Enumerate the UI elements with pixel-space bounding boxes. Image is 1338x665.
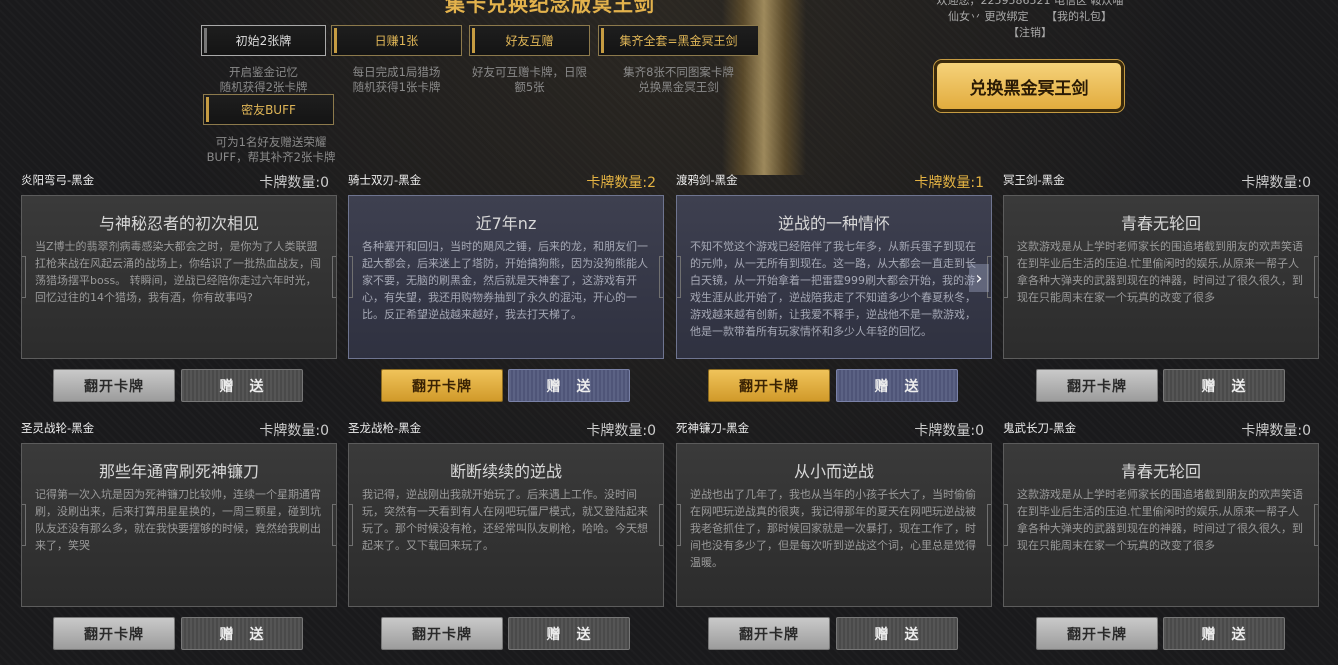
tab-friend-gift[interactable]: 好友互赠 <box>469 25 590 56</box>
count-label: 卡牌数量: <box>586 423 648 439</box>
user-info: 欢迎您，2259586521 电信区 鞍炊喵 仙女丷 更改绑定 【我的礼包】 【… <box>925 0 1135 41</box>
send-card-button[interactable]: 赠 送 <box>181 617 303 650</box>
count-label: 卡牌数量: <box>259 423 321 439</box>
card-name: 渡鸦剑-黑金 <box>676 173 738 187</box>
card-title: 那些年通宵刷死神镰刀 <box>98 462 259 481</box>
card-count: 卡牌数量:0 <box>555 420 656 440</box>
send-card-button[interactable]: 赠 送 <box>508 369 630 402</box>
card-panel: 从小而逆战 逆战也出了几年了，我也从当年的小孩子长大了，当时偷偷在网吧玩逆战真的… <box>676 443 992 607</box>
count-label: 卡牌数量: <box>914 175 976 191</box>
tab-friend-buff[interactable]: 密友BUFF <box>203 94 334 125</box>
send-card-button[interactable]: 赠 送 <box>836 617 958 650</box>
card-title: 近7年nz <box>475 214 537 233</box>
count-value: 0 <box>320 423 329 439</box>
card-title: 从小而逆战 <box>793 462 874 481</box>
flip-card-button[interactable]: 翻开卡牌 <box>381 617 503 650</box>
card-name: 死神镰刀-黑金 <box>676 421 750 435</box>
flip-card-button[interactable]: 翻开卡牌 <box>381 369 503 402</box>
card-panel: 断断续续的逆战 我记得，逆战刚出我就开始玩了。后来遇上工作。没时间玩，突然有一天… <box>348 443 664 607</box>
count-value: 0 <box>647 423 656 439</box>
count-value: 2 <box>647 175 656 191</box>
tab-label: 集齐全套=黑金冥王剑 <box>619 34 738 48</box>
card-body: 不知不觉这个游戏已经陪伴了我七年多，从新兵蛋子到现在的元帅，从一无所有到现在。这… <box>690 240 976 338</box>
card-count: 卡牌数量:0 <box>883 420 984 440</box>
card-body: 记得第一次入坑是因为死神镰刀比较帅，连续一个星期通宵刷，没刷出来，后来打算用星星… <box>35 488 321 552</box>
card-name: 圣龙战枪-黑金 <box>348 421 422 435</box>
card-count: 卡牌数量:2 <box>555 172 656 192</box>
flip-card-button[interactable]: 翻开卡牌 <box>53 617 175 650</box>
count-label: 卡牌数量: <box>1241 175 1303 191</box>
redeem-button[interactable]: 兑换黑金冥王剑 <box>934 60 1124 112</box>
tab-label: 密友BUFF <box>241 103 296 117</box>
card-panel: 近7年nz 各种塞开和回归，当时的飓风之锤，后来的龙，和朋友们一起大都会，后来迷… <box>348 195 664 359</box>
tab-desc: 集齐8张不同图案卡牌 兑换黑金冥王剑 <box>623 65 734 94</box>
card-name: 圣灵战轮-黑金 <box>21 421 95 435</box>
card-body: 逆战也出了几年了，我也从当年的小孩子长大了，当时偷偷在网吧玩逆战真的很爽，我记得… <box>690 488 976 569</box>
page-title: 集卡兑换纪念版冥王剑 <box>445 0 655 16</box>
logout-link[interactable]: 【注销】 <box>1008 25 1052 41</box>
count-value: 0 <box>975 423 984 439</box>
card-body: 当Z博士的翡翠剂病毒感染大都会之时，是你为了人类联盟扛枪来战在风起云涌的战场上，… <box>35 240 321 304</box>
card-body: 各种塞开和回归，当时的飓风之锤，后来的龙，和朋友们一起大都会，后来迷上了塔防，开… <box>362 240 648 321</box>
tab-label: 好友互赠 <box>505 34 554 48</box>
card-title: 青春无轮回 <box>1120 214 1201 233</box>
card-count: 卡牌数量:0 <box>228 172 329 192</box>
count-value: 0 <box>1302 175 1311 191</box>
tab-desc: 开启鉴金记忆 随机获得2张卡牌 <box>219 65 308 94</box>
card-count: 卡牌数量:0 <box>1210 172 1311 192</box>
send-card-button[interactable]: 赠 送 <box>181 369 303 402</box>
card-title: 断断续续的逆战 <box>449 462 562 481</box>
card-name: 炎阳弯弓-黑金 <box>21 173 95 187</box>
user-welcome: 欢迎您，2259586521 电信区 鞍炊喵 <box>936 0 1124 7</box>
tab-label: 初始2张牌 <box>235 34 292 48</box>
card-title: 逆战的一种情怀 <box>777 214 890 233</box>
flip-card-button[interactable]: 翻开卡牌 <box>53 369 175 402</box>
user-nickname: 仙女丷 <box>948 10 981 23</box>
card-count: 卡牌数量:0 <box>1210 420 1311 440</box>
count-label: 卡牌数量: <box>1241 423 1303 439</box>
flip-card-button[interactable]: 翻开卡牌 <box>1036 369 1158 402</box>
card-body: 我记得，逆战刚出我就开始玩了。后来遇上工作。没时间玩，突然有一天看到有人在网吧玩… <box>362 488 648 552</box>
tab-label: 日赚1张 <box>374 34 419 48</box>
card-name: 鬼武长刀-黑金 <box>1003 421 1077 435</box>
card-count: 卡牌数量:0 <box>228 420 329 440</box>
card-name: 冥王剑-黑金 <box>1003 173 1065 187</box>
count-label: 卡牌数量: <box>259 175 321 191</box>
tab-daily-card[interactable]: 日赚1张 <box>331 25 462 56</box>
count-value: 0 <box>320 175 329 191</box>
tab-desc: 好友可互赠卡牌，日限 额5张 <box>472 65 587 94</box>
change-bind-link[interactable]: 更改绑定 <box>985 9 1029 25</box>
card-panel: 青春无轮回 这款游戏是从上学时老师家长的围追堵截到朋友的欢声笑语在到毕业后生活的… <box>1003 195 1319 359</box>
card-count: 卡牌数量:1 <box>883 172 984 192</box>
card-body: 这款游戏是从上学时老师家长的围追堵截到朋友的欢声笑语在到毕业后生活的压迫.忙里偷… <box>1017 240 1303 304</box>
flip-card-button[interactable]: 翻开卡牌 <box>1036 617 1158 650</box>
my-gift-link[interactable]: 【我的礼包】 <box>1046 9 1112 25</box>
count-label: 卡牌数量: <box>586 175 648 191</box>
card-body: 这款游戏是从上学时老师家长的围追堵截到朋友的欢声笑语在到毕业后生活的压迫.忙里偷… <box>1017 488 1303 552</box>
send-card-button[interactable]: 赠 送 <box>508 617 630 650</box>
card-panel: 那些年通宵刷死神镰刀 记得第一次入坑是因为死神镰刀比较帅，连续一个星期通宵刷，没… <box>21 443 337 607</box>
card-name: 骑士双刃-黑金 <box>348 173 422 187</box>
send-card-button[interactable]: 赠 送 <box>836 369 958 402</box>
count-value: 1 <box>975 175 984 191</box>
tab-desc: 可为1名好友赠送荣耀 BUFF，帮其补齐2张卡牌 <box>206 135 336 164</box>
card-panel: 青春无轮回 这款游戏是从上学时老师家长的围追堵截到朋友的欢声笑语在到毕业后生活的… <box>1003 443 1319 607</box>
send-card-button[interactable]: 赠 送 <box>1163 369 1285 402</box>
flip-card-button[interactable]: 翻开卡牌 <box>708 369 830 402</box>
chevron-right-icon[interactable]: › <box>969 264 989 292</box>
card-title: 青春无轮回 <box>1120 462 1201 481</box>
tab-initial-cards[interactable]: 初始2张牌 <box>201 25 326 56</box>
count-label: 卡牌数量: <box>914 423 976 439</box>
count-value: 0 <box>1302 423 1311 439</box>
card-panel: 逆战的一种情怀 不知不觉这个游戏已经陪伴了我七年多，从新兵蛋子到现在的元帅，从一… <box>676 195 992 359</box>
send-card-button[interactable]: 赠 送 <box>1163 617 1285 650</box>
tab-desc: 每日完成1局猎场 随机获得1张卡牌 <box>352 65 441 94</box>
card-panel: 与神秘忍者的初次相见 当Z博士的翡翠剂病毒感染大都会之时，是你为了人类联盟扛枪来… <box>21 195 337 359</box>
flip-card-button[interactable]: 翻开卡牌 <box>708 617 830 650</box>
card-title: 与神秘忍者的初次相见 <box>98 214 259 233</box>
tab-collect-all[interactable]: 集齐全套=黑金冥王剑 <box>598 25 759 56</box>
